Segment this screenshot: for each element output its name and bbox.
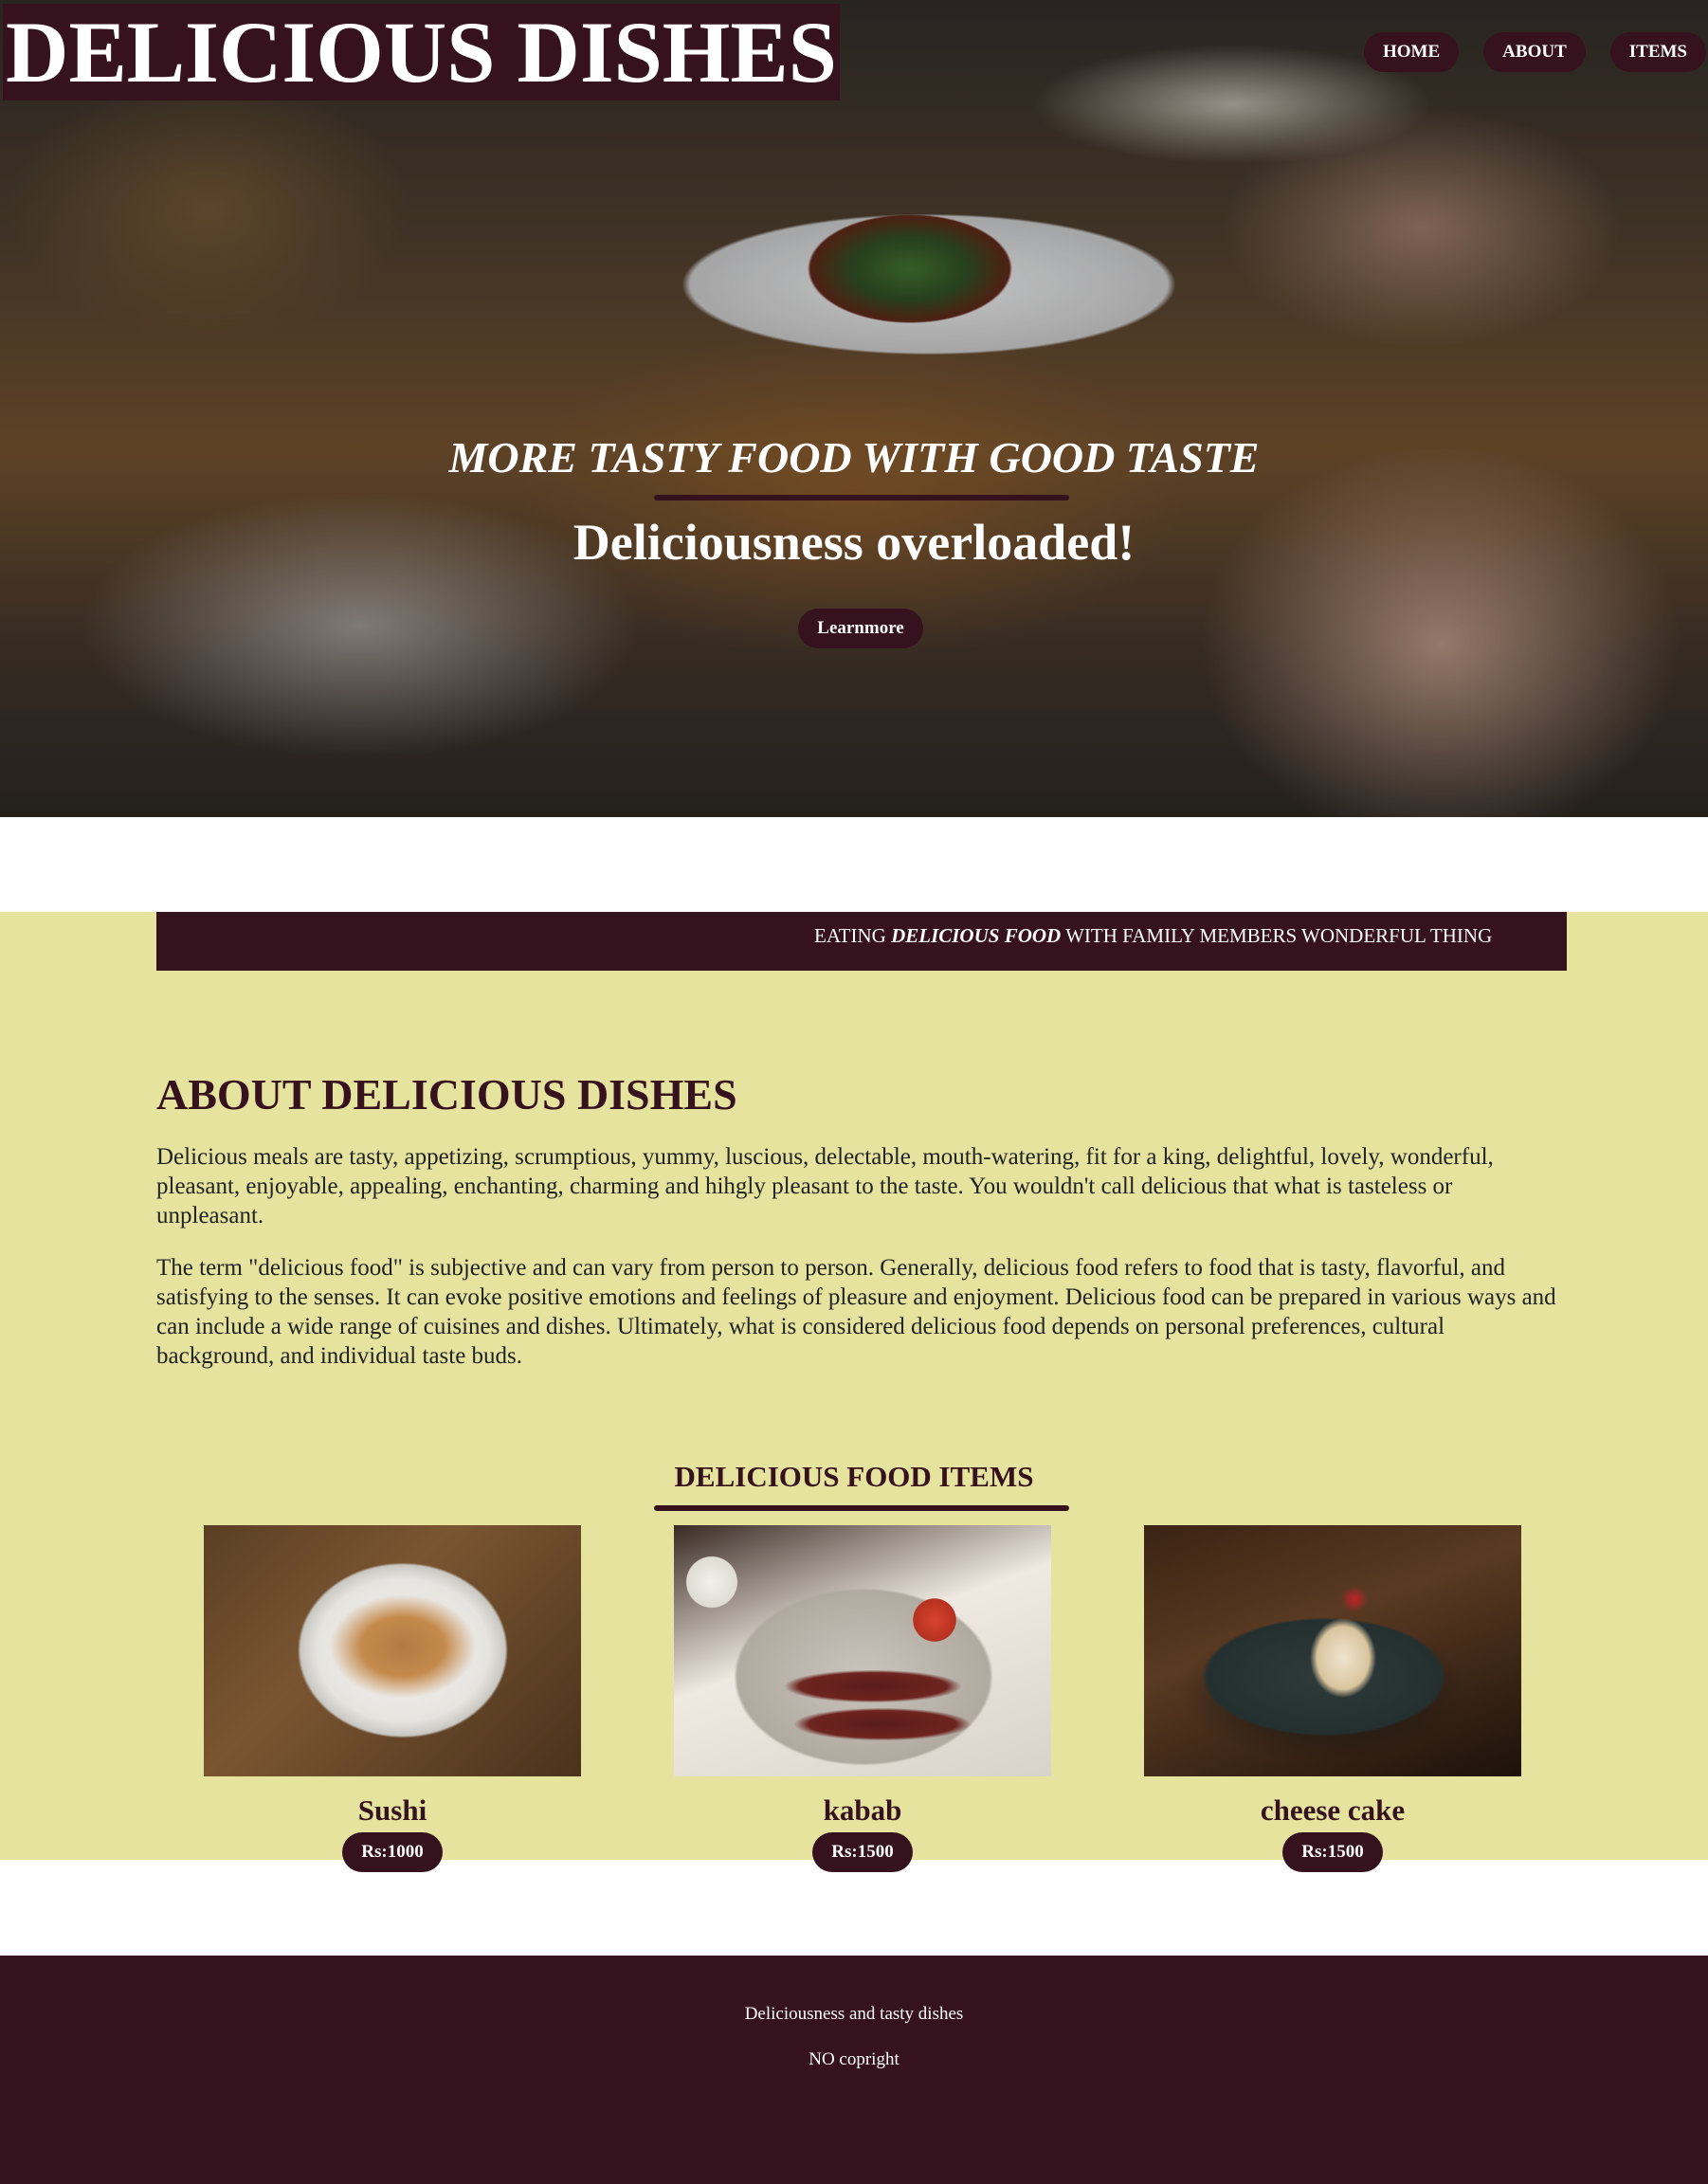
items-title: DELICIOUS FOOD ITEMS [674,1460,1034,1493]
marquee-emphasis: DELICIOUS FOOD [891,924,1062,947]
learn-more-button[interactable]: Learnmore [798,609,923,648]
food-card-sushi: Sushi Rs:1000 [204,1525,581,1872]
marquee-text-start: EATING [814,924,892,947]
cheese-cake-image [1144,1525,1521,1776]
hero-section: DELICIOUS DISHES HOME ABOUT ITEMS MORE T… [0,0,1708,817]
hero-headline: Deliciousness overloaded! [572,514,1136,571]
items-divider [654,1505,1069,1511]
food-card-price[interactable]: Rs:1500 [1282,1832,1383,1872]
nav-items-button[interactable]: ITEMS [1609,32,1706,72]
marquee-banner: EATING DELICIOUS FOOD WITH FAMILY MEMBER… [156,912,1567,971]
hero-divider [654,495,1069,500]
about-paragraph-1: Delicious meals are tasty, appetizing, s… [156,1144,1494,1228]
hero-tagline: MORE TASTY FOOD WITH GOOD TASTE [448,433,1260,482]
footer-tagline: Deliciousness and tasty dishes [744,2004,964,2024]
hero-overlay [0,0,1708,817]
content-band: EATING DELICIOUS FOOD WITH FAMILY MEMBER… [0,912,1708,1872]
food-card-price[interactable]: Rs:1000 [342,1832,443,1872]
footer-copyright: NO copright [809,2049,899,2069]
kabab-image [674,1525,1051,1776]
marquee-text-end: WITH FAMILY MEMBERS WONDERFUL THING [1061,924,1493,947]
food-card-name: Sushi [357,1793,427,1827]
site-logo[interactable]: DELICIOUS DISHES [3,4,840,100]
marquee-text: EATING DELICIOUS FOOD WITH FAMILY MEMBER… [814,912,1492,959]
food-card-name: kabab [823,1793,902,1827]
main-nav: HOME ABOUT ITEMS [1364,32,1706,72]
food-card-price[interactable]: Rs:1500 [812,1832,913,1872]
food-card-kabab: kabab Rs:1500 [674,1525,1051,1872]
sushi-image [204,1525,581,1776]
about-title: ABOUT DELICIOUS DISHES [156,1070,737,1119]
food-card-cheese-cake: cheese cake Rs:1500 [1144,1525,1521,1872]
about-paragraph-2: The term "delicious food" is subjective … [156,1255,1556,1369]
site-footer: Deliciousness and tasty dishes NO coprig… [0,1956,1708,2184]
nav-home-button[interactable]: HOME [1364,32,1460,72]
food-card-name: cheese cake [1260,1793,1406,1827]
nav-about-button[interactable]: ABOUT [1483,32,1586,72]
